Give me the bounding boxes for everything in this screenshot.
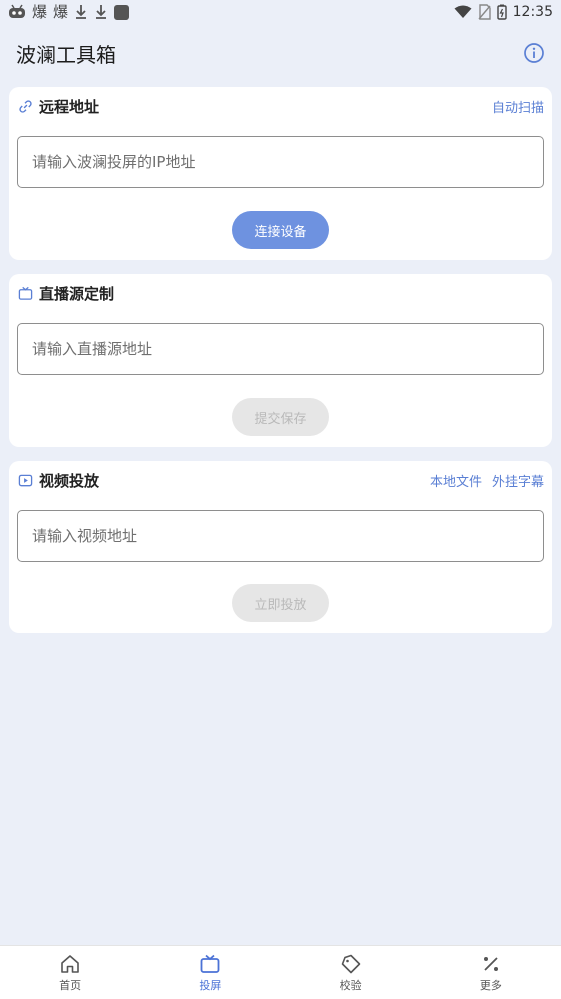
live-source-card: 直播源定制 提交保存 — [9, 274, 552, 447]
ip-address-field[interactable] — [17, 136, 544, 188]
nav-item-more[interactable]: 更多 — [421, 946, 561, 999]
battery-icon — [496, 4, 507, 20]
status-right: 12:35 — [454, 4, 553, 20]
app-square-icon — [114, 4, 130, 20]
live-source-field[interactable] — [17, 323, 544, 375]
percent-icon — [483, 956, 498, 971]
tv-icon — [200, 954, 220, 973]
tag-icon — [341, 954, 360, 973]
live-source-input[interactable] — [32, 340, 529, 358]
ip-address-input[interactable] — [32, 153, 529, 171]
video-url-input[interactable] — [32, 527, 529, 545]
nav-label: 校验 — [339, 978, 362, 992]
no-sim-icon — [478, 4, 491, 20]
download-icon — [76, 5, 87, 19]
video-url-field[interactable] — [17, 510, 544, 562]
download-icon — [96, 5, 107, 19]
card-title-wrap: 直播源定制 — [18, 283, 114, 304]
video-cast-card: 视频投放 本地文件 外挂字幕 立即投放 — [9, 461, 552, 633]
card-header: 视频投放 本地文件 外挂字幕 — [9, 461, 552, 499]
status-bar: 爆 爆 12:35 — [0, 0, 561, 24]
card-title: 远程地址 — [39, 97, 100, 116]
card-title: 直播源定制 — [39, 284, 115, 303]
wifi-icon — [454, 5, 472, 18]
robot-icon — [9, 4, 25, 18]
card-title-wrap: 视频投放 — [18, 470, 99, 491]
status-time: 12:35 — [512, 4, 553, 20]
link-icon — [19, 99, 32, 113]
remote-address-card: 远程地址 自动扫描 连接设备 — [9, 87, 552, 260]
card-header: 直播源定制 — [9, 274, 552, 312]
nav-label: 投屏 — [199, 978, 222, 992]
nav-item-home[interactable]: 首页 — [0, 946, 140, 999]
burst-icon: 爆 — [53, 2, 69, 21]
card-header: 远程地址 自动扫描 — [9, 87, 552, 125]
video-play-icon — [18, 474, 33, 486]
bottom-nav: 首页 投屏 校验 更多 — [0, 945, 561, 999]
connect-device-button[interactable]: 连接设备 — [232, 211, 329, 249]
nav-item-cast[interactable]: 投屏 — [140, 946, 280, 999]
nav-item-verify[interactable]: 校验 — [281, 946, 421, 999]
local-file-link[interactable]: 本地文件 — [430, 471, 482, 490]
card-actions: 本地文件 外挂字幕 — [430, 471, 544, 490]
app-header: 波澜工具箱 — [0, 30, 561, 76]
nav-label: 更多 — [479, 978, 502, 992]
info-icon[interactable] — [523, 42, 545, 64]
nav-label: 首页 — [59, 978, 82, 992]
card-title: 视频投放 — [39, 471, 100, 490]
burst-icon: 爆 — [32, 2, 48, 21]
cast-now-button[interactable]: 立即投放 — [232, 584, 329, 622]
tv-icon — [18, 286, 33, 300]
submit-save-button[interactable]: 提交保存 — [232, 398, 329, 436]
status-left: 爆 爆 — [8, 2, 130, 21]
home-icon — [61, 954, 79, 973]
external-subtitle-link[interactable]: 外挂字幕 — [492, 471, 544, 490]
auto-scan-link[interactable]: 自动扫描 — [492, 97, 544, 116]
page-title: 波澜工具箱 — [16, 42, 116, 67]
card-title-wrap: 远程地址 — [18, 96, 99, 117]
